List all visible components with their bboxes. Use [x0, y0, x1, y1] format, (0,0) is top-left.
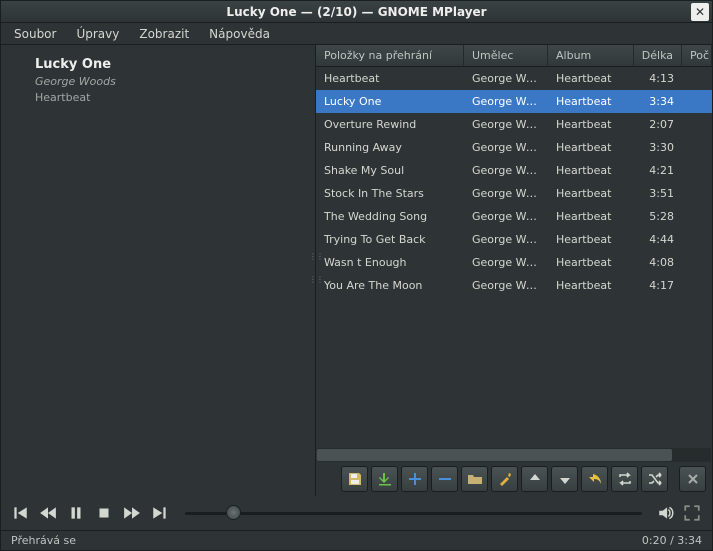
cell-title: Wasn t Enough — [316, 256, 464, 269]
cell-artist: George Woods — [464, 164, 548, 177]
cell-length: 4:17 — [634, 279, 682, 292]
cell-album: Heartbeat — [548, 279, 634, 292]
playlist-row[interactable]: Shake My SoulGeorge WoodsHeartbeat4:21 — [316, 159, 712, 182]
playlist-row[interactable]: HeartbeatGeorge WoodsHeartbeat4:13 — [316, 67, 712, 90]
cell-title: Stock In The Stars — [316, 187, 464, 200]
playlist-row[interactable]: The Wedding SongGeorge WoodsHeartbeat5:2… — [316, 205, 712, 228]
cell-album: Heartbeat — [548, 95, 634, 108]
remove-button[interactable] — [431, 466, 458, 492]
cell-artist: George Woods — [464, 187, 548, 200]
cell-album: Heartbeat — [548, 256, 634, 269]
cell-artist: George Woods — [464, 233, 548, 246]
col-count[interactable]: Poč — [682, 45, 712, 66]
playback-state: Přehrává se — [11, 534, 76, 547]
loop-button[interactable] — [611, 466, 638, 492]
col-album[interactable]: Album — [548, 45, 634, 66]
undo-button[interactable] — [581, 466, 608, 492]
menu-zobrazit[interactable]: Zobrazit — [130, 24, 198, 44]
playlist-row[interactable]: Stock In The StarsGeorge WoodsHeartbeat3… — [316, 182, 712, 205]
cell-length: 4:44 — [634, 233, 682, 246]
cell-album: Heartbeat — [548, 72, 634, 85]
cell-album: Heartbeat — [548, 187, 634, 200]
drag-handle[interactable]: ⋮⋮ — [309, 255, 315, 259]
cell-album: Heartbeat — [548, 118, 634, 131]
playlist-row[interactable]: Wasn t EnoughGeorge WoodsHeartbeat4:08 — [316, 251, 712, 274]
playlist-row[interactable]: Running AwayGeorge WoodsHeartbeat3:30 — [316, 136, 712, 159]
fullscreen-button[interactable] — [682, 503, 702, 523]
now-playing-album: Heartbeat — [35, 91, 315, 104]
playlist-row[interactable]: You Are The MoonGeorge WoodsHeartbeat4:1… — [316, 274, 712, 297]
cell-title: Running Away — [316, 141, 464, 154]
seek-slider[interactable] — [185, 503, 642, 523]
menu-úpravy[interactable]: Úpravy — [67, 24, 128, 44]
clear-playlist-button[interactable] — [491, 466, 518, 492]
cell-album: Heartbeat — [548, 164, 634, 177]
menu-soubor[interactable]: Soubor — [5, 24, 65, 44]
cell-album: Heartbeat — [548, 141, 634, 154]
drag-handle[interactable]: ⋮⋮ — [309, 278, 315, 282]
cell-length: 2:07 — [634, 118, 682, 131]
cell-length: 3:30 — [634, 141, 682, 154]
move-up-button[interactable] — [521, 466, 548, 492]
cell-title: You Are The Moon — [316, 279, 464, 292]
cell-album: Heartbeat — [548, 233, 634, 246]
cell-artist: George Woods — [464, 210, 548, 223]
add-button[interactable] — [401, 466, 428, 492]
cell-artist: George Woods — [464, 95, 548, 108]
cell-length: 4:21 — [634, 164, 682, 177]
cell-title: Shake My Soul — [316, 164, 464, 177]
shuffle-button[interactable] — [641, 466, 668, 492]
playlist-row[interactable]: Trying To Get BackGeorge WoodsHeartbeat4… — [316, 228, 712, 251]
now-playing-sidebar: Lucky One George Woods Heartbeat ⋮⋮ ⋮⋮ — [1, 45, 316, 496]
cell-artist: George Woods — [464, 279, 548, 292]
window-close-button[interactable]: ✕ — [691, 3, 709, 21]
cell-title: Heartbeat — [316, 72, 464, 85]
cell-title: Trying To Get Back — [316, 233, 464, 246]
open-folder-button[interactable] — [461, 466, 488, 492]
titlebar[interactable]: Lucky One — (2/10) — GNOME MPlayer ✕ — [1, 1, 712, 23]
cell-artist: George Woods — [464, 118, 548, 131]
cell-title: Lucky One — [316, 95, 464, 108]
col-length[interactable]: Délka — [634, 45, 682, 66]
playlist-header[interactable]: Položky na přehrání Umělec Album Délka P… — [316, 45, 712, 67]
col-artist[interactable]: Umělec — [464, 45, 548, 66]
cell-album: Heartbeat — [548, 210, 634, 223]
next-track-button[interactable] — [149, 502, 171, 524]
cell-length: 5:28 — [634, 210, 682, 223]
cell-title: The Wedding Song — [316, 210, 464, 223]
menu-nápověda[interactable]: Nápověda — [200, 24, 279, 44]
menubar: SouborÚpravyZobrazitNápověda — [1, 23, 712, 45]
playlist-hscrollbar[interactable] — [317, 448, 711, 462]
col-title[interactable]: Položky na přehrání — [316, 45, 464, 66]
transport-bar — [1, 496, 712, 530]
window-title: Lucky One — (2/10) — GNOME MPlayer — [226, 5, 486, 19]
cell-length: 3:34 — [634, 95, 682, 108]
pause-button[interactable] — [65, 502, 87, 524]
cell-artist: George Woods — [464, 141, 548, 154]
playlist-rows: HeartbeatGeorge WoodsHeartbeat4:13Lucky … — [316, 67, 712, 448]
cell-artist: George Woods — [464, 72, 548, 85]
cell-title: Overture Rewind — [316, 118, 464, 131]
stop-button[interactable] — [93, 502, 115, 524]
cell-length: 4:13 — [634, 72, 682, 85]
volume-button[interactable] — [656, 503, 676, 523]
save-playlist-button[interactable] — [341, 466, 368, 492]
prev-track-button[interactable] — [9, 502, 31, 524]
cell-length: 3:51 — [634, 187, 682, 200]
close-playlist-button[interactable] — [679, 466, 706, 492]
playlist-toolbar — [316, 462, 712, 496]
cell-length: 4:08 — [634, 256, 682, 269]
playlist-pane: Položky na přehrání Umělec Album Délka P… — [316, 45, 712, 496]
now-playing-title: Lucky One — [35, 57, 315, 72]
now-playing-artist: George Woods — [35, 75, 315, 88]
rewind-button[interactable] — [37, 502, 59, 524]
forward-button[interactable] — [121, 502, 143, 524]
playlist-row[interactable]: Lucky OneGeorge WoodsHeartbeat3:34 — [316, 90, 712, 113]
playback-time: 0:20 / 3:34 — [642, 534, 702, 547]
playlist-row[interactable]: Overture RewindGeorge WoodsHeartbeat2:07 — [316, 113, 712, 136]
cell-artist: George Woods — [464, 256, 548, 269]
move-down-button[interactable] — [551, 466, 578, 492]
statusbar: Přehrává se 0:20 / 3:34 — [1, 530, 712, 550]
download-button[interactable] — [371, 466, 398, 492]
